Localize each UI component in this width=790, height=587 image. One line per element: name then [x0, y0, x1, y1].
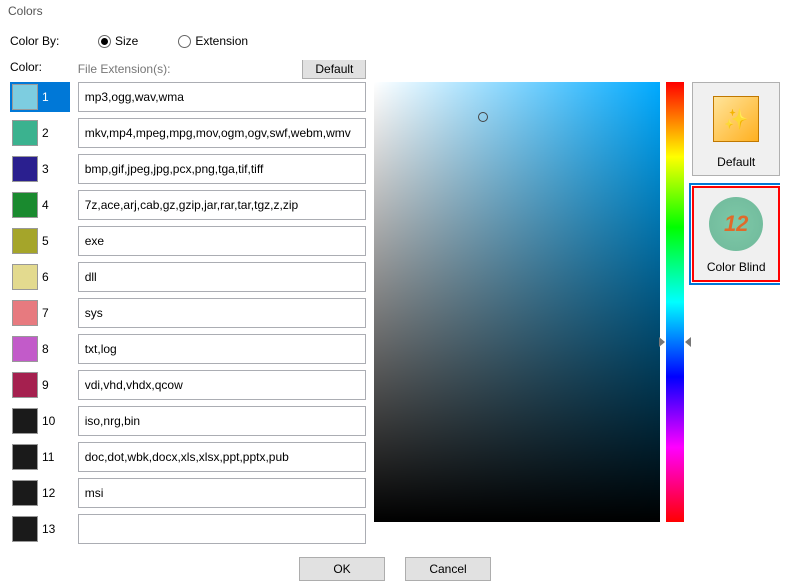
swatch-color: [12, 228, 38, 254]
extension-input-2[interactable]: [78, 118, 367, 148]
color-label: Color:: [10, 60, 70, 78]
extension-input-8[interactable]: [78, 334, 367, 364]
extension-text[interactable]: [85, 342, 360, 356]
swatch-color: [12, 300, 38, 326]
extension-input-7[interactable]: [78, 298, 367, 328]
swatch-color: [12, 120, 38, 146]
extension-input-10[interactable]: [78, 406, 367, 436]
color-swatch-3[interactable]: 3: [10, 154, 70, 184]
color-swatch-10[interactable]: 10: [10, 406, 70, 436]
hue-indicator-right: [685, 337, 691, 347]
color-swatch-9[interactable]: 9: [10, 370, 70, 400]
window-title: Colors: [0, 0, 790, 22]
color-swatch-4[interactable]: 4: [10, 190, 70, 220]
color-swatch-1[interactable]: 1: [10, 82, 70, 112]
wand-icon: ✨: [713, 96, 759, 142]
color-swatch-7[interactable]: 7: [10, 298, 70, 328]
swatch-number: 9: [42, 378, 60, 392]
radio-extension[interactable]: Extension: [178, 34, 248, 48]
preset-label: Color Blind: [707, 260, 766, 274]
extension-text[interactable]: [85, 270, 360, 284]
extension-text[interactable]: [85, 126, 360, 140]
swatch-number: 1: [42, 90, 60, 104]
cancel-button[interactable]: Cancel: [405, 557, 491, 581]
swatch-color: [12, 192, 38, 218]
color-swatch-12[interactable]: 12: [10, 478, 70, 508]
color-swatch-11[interactable]: 11: [10, 442, 70, 472]
swatch-number: 10: [42, 414, 60, 428]
swatch-number: 8: [42, 342, 60, 356]
extension-input-3[interactable]: [78, 154, 367, 184]
color-swatch-2[interactable]: 2: [10, 118, 70, 148]
color-swatch-13[interactable]: 13: [10, 514, 70, 544]
extension-input-9[interactable]: [78, 370, 367, 400]
swatch-number: 11: [42, 450, 60, 464]
extension-input-6[interactable]: [78, 262, 367, 292]
extension-text[interactable]: [85, 522, 360, 536]
swatch-number: 3: [42, 162, 60, 176]
swatch-number: 13: [42, 522, 60, 536]
swatch-color: [12, 444, 38, 470]
swatch-number: 7: [42, 306, 60, 320]
swatch-color: [12, 84, 38, 110]
extension-text[interactable]: [85, 234, 360, 248]
ok-button[interactable]: OK: [299, 557, 385, 581]
color-picker-cursor[interactable]: [478, 112, 488, 122]
color-swatch-8[interactable]: 8: [10, 334, 70, 364]
file-extensions-label: File Extension(s):: [78, 62, 171, 76]
radio-label: Size: [115, 34, 138, 48]
swatch-color: [12, 516, 38, 542]
extension-input-5[interactable]: [78, 226, 367, 256]
color-swatch-5[interactable]: 5: [10, 226, 70, 256]
swatch-color: [12, 480, 38, 506]
color-swatch-6[interactable]: 6: [10, 262, 70, 292]
radio-label: Extension: [195, 34, 248, 48]
ishihara-icon: 12: [709, 197, 763, 251]
hue-indicator-left: [659, 337, 665, 347]
swatch-color: [12, 336, 38, 362]
color-by-label: Color By:: [10, 34, 98, 48]
extension-input-13[interactable]: [78, 514, 367, 544]
swatch-number: 4: [42, 198, 60, 212]
extension-text[interactable]: [85, 162, 360, 176]
default-button[interactable]: Default: [302, 60, 366, 79]
swatch-number: 5: [42, 234, 60, 248]
radio-size[interactable]: Size: [98, 34, 138, 48]
extension-input-4[interactable]: [78, 190, 367, 220]
swatch-number: 6: [42, 270, 60, 284]
swatch-color: [12, 156, 38, 182]
hue-slider[interactable]: [666, 82, 684, 522]
swatch-number: 12: [42, 486, 60, 500]
swatch-number: 2: [42, 126, 60, 140]
swatch-color: [12, 372, 38, 398]
swatch-color: [12, 264, 38, 290]
extension-text[interactable]: [85, 90, 360, 104]
extension-text[interactable]: [85, 486, 360, 500]
preset-default[interactable]: ✨ Default: [692, 82, 780, 176]
preset-colorblind[interactable]: 12 Color Blind: [692, 186, 780, 282]
saturation-value-panel[interactable]: [374, 82, 660, 522]
swatch-color: [12, 408, 38, 434]
extension-text[interactable]: [85, 450, 360, 464]
extension-text[interactable]: [85, 414, 360, 428]
extension-input-12[interactable]: [78, 478, 367, 508]
preset-label: Default: [717, 155, 755, 169]
extension-text[interactable]: [85, 306, 360, 320]
extension-input-11[interactable]: [78, 442, 367, 472]
color-by-radio-group: Size Extension: [98, 34, 248, 48]
extension-text[interactable]: [85, 378, 360, 392]
extension-text[interactable]: [85, 198, 360, 212]
extension-input-1[interactable]: [78, 82, 367, 112]
